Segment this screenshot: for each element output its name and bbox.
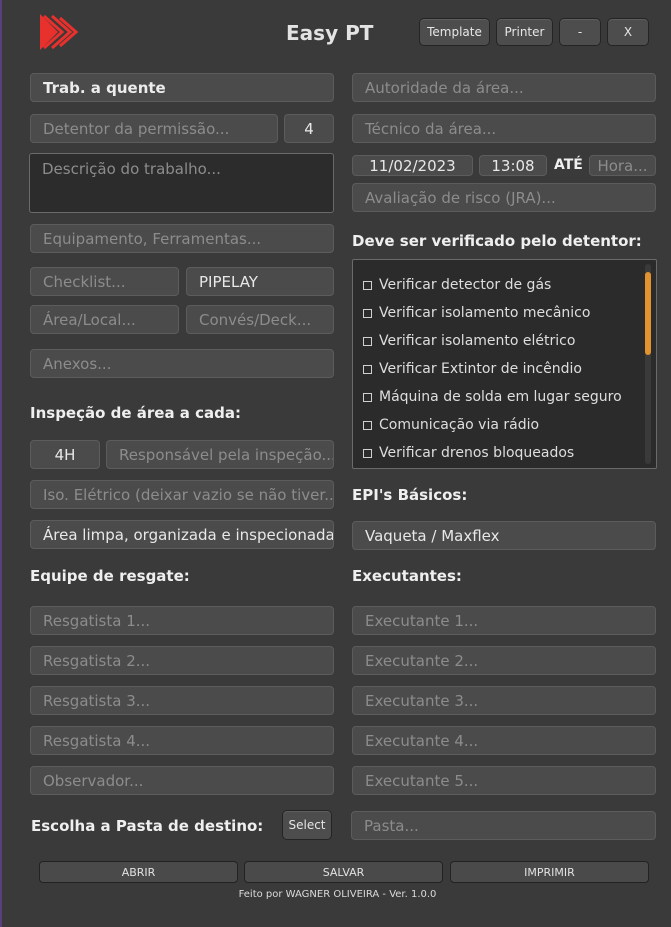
executors-label: Executantes: xyxy=(352,567,462,585)
holder-count-field[interactable]: 4 xyxy=(284,114,334,143)
checkbox[interactable] xyxy=(363,364,372,374)
checkbox[interactable] xyxy=(363,448,372,458)
attachments-input[interactable]: Anexos... xyxy=(30,349,334,378)
check-item[interactable]: Verificar Extintor de incêndio xyxy=(363,361,582,377)
template-button[interactable]: Template xyxy=(419,18,490,46)
credits-text: Feito por WAGNER OLIVEIRA - Ver. 1.0.0 xyxy=(238,889,437,900)
minimize-button[interactable]: - xyxy=(559,18,601,46)
checklist-input[interactable]: Checklist... xyxy=(30,267,179,296)
electrical-isolation-input[interactable]: Iso. Elétrico (deixar vazio se não tiver… xyxy=(30,480,334,509)
until-label: ATÉ xyxy=(554,157,583,173)
folder-path-input[interactable]: Pasta... xyxy=(351,811,656,840)
close-button[interactable]: X xyxy=(607,18,649,46)
equipment-input[interactable]: Equipamento, Ferramentas... xyxy=(30,224,334,253)
checkbox[interactable] xyxy=(363,420,372,430)
printer-button[interactable]: Printer xyxy=(496,18,553,46)
end-time-input[interactable]: Hora... xyxy=(589,155,656,176)
inspector-input[interactable]: Responsável pela inspeção... xyxy=(106,440,334,469)
check-item-label: Verificar drenos bloqueados xyxy=(379,445,575,461)
rescuer-3-input[interactable]: Resgatista 3... xyxy=(30,686,334,715)
holder-verification-label: Deve ser verificado pelo detentor: xyxy=(352,232,642,250)
app-title: Easy PT xyxy=(286,21,374,45)
checkbox[interactable] xyxy=(363,280,372,290)
executor-1-input[interactable]: Executante 1... xyxy=(352,606,656,635)
check-item[interactable]: Verificar isolamento elétrico xyxy=(363,333,575,349)
inspection-label: Inspeção de área a cada: xyxy=(30,404,242,422)
checkbox[interactable] xyxy=(363,336,372,346)
permit-type-field[interactable]: Trab. a quente xyxy=(30,73,334,102)
basic-ppe-field[interactable]: Vaqueta / Maxflex xyxy=(352,521,656,550)
play-chevrons-icon xyxy=(40,14,79,50)
check-item[interactable]: Verificar detector de gás xyxy=(363,277,551,293)
app-logo xyxy=(38,12,82,52)
check-item[interactable]: Máquina de solda em lugar seguro xyxy=(363,389,622,405)
executor-4-input[interactable]: Executante 4... xyxy=(352,726,656,755)
rescuer-2-input[interactable]: Resgatista 2... xyxy=(30,646,334,675)
select-folder-button[interactable]: Select xyxy=(282,810,332,840)
check-item[interactable]: Verificar isolamento mecânico xyxy=(363,305,590,321)
checkbox[interactable] xyxy=(363,308,372,318)
check-item-label: Verificar detector de gás xyxy=(379,277,552,293)
project-field[interactable]: PIPELAY xyxy=(186,267,334,296)
open-button[interactable]: ABRIR xyxy=(39,861,238,883)
checkbox[interactable] xyxy=(363,392,372,402)
deck-input[interactable]: Convés/Deck... xyxy=(186,305,334,334)
rescuer-4-input[interactable]: Resgatista 4... xyxy=(30,726,334,755)
check-item-label: Máquina de solda em lugar seguro xyxy=(379,389,622,405)
rescuer-1-input[interactable]: Resgatista 1... xyxy=(30,606,334,635)
work-description-textarea[interactable]: Descrição do trabalho... xyxy=(29,153,334,213)
start-date-field[interactable]: 11/02/2023 xyxy=(352,155,473,176)
start-time-field[interactable]: 13:08 xyxy=(479,155,547,176)
destination-folder-label: Escolha a Pasta de destino: xyxy=(31,817,264,835)
executor-3-input[interactable]: Executante 3... xyxy=(352,686,656,715)
executor-2-input[interactable]: Executante 2... xyxy=(352,646,656,675)
checklist-scroll-thumb[interactable] xyxy=(645,272,651,355)
area-status-field[interactable]: Área limpa, organizada e inspecionada xyxy=(30,520,334,549)
area-authority-input[interactable]: Autoridade da área... xyxy=(352,73,656,102)
basic-ppe-label: EPI's Básicos: xyxy=(352,486,468,504)
rescue-team-label: Equipe de resgate: xyxy=(30,567,190,585)
verification-checklist[interactable]: Verificar detector de gás Verificar isol… xyxy=(352,259,657,469)
check-item[interactable]: Verificar drenos bloqueados xyxy=(363,445,574,461)
inspection-interval-field[interactable]: 4H xyxy=(30,440,100,469)
check-item-label: Comunicação via rádio xyxy=(379,417,540,433)
observer-input[interactable]: Observador... xyxy=(30,766,334,795)
check-item-label: Verificar isolamento mecânico xyxy=(379,305,591,321)
permit-holder-input[interactable]: Detentor da permissão... xyxy=(30,114,278,143)
check-item[interactable]: Comunicação via rádio xyxy=(363,417,539,433)
check-item-label: Verificar Extintor de incêndio xyxy=(379,361,582,377)
check-item-label: Verificar isolamento elétrico xyxy=(379,333,576,349)
save-button[interactable]: SALVAR xyxy=(244,861,443,883)
risk-assessment-input[interactable]: Avaliação de risco (JRA)... xyxy=(352,183,656,212)
area-technician-input[interactable]: Técnico da área... xyxy=(352,114,656,143)
print-button[interactable]: IMPRIMIR xyxy=(450,861,649,883)
executor-5-input[interactable]: Executante 5... xyxy=(352,766,656,795)
area-input[interactable]: Área/Local... xyxy=(30,305,179,334)
